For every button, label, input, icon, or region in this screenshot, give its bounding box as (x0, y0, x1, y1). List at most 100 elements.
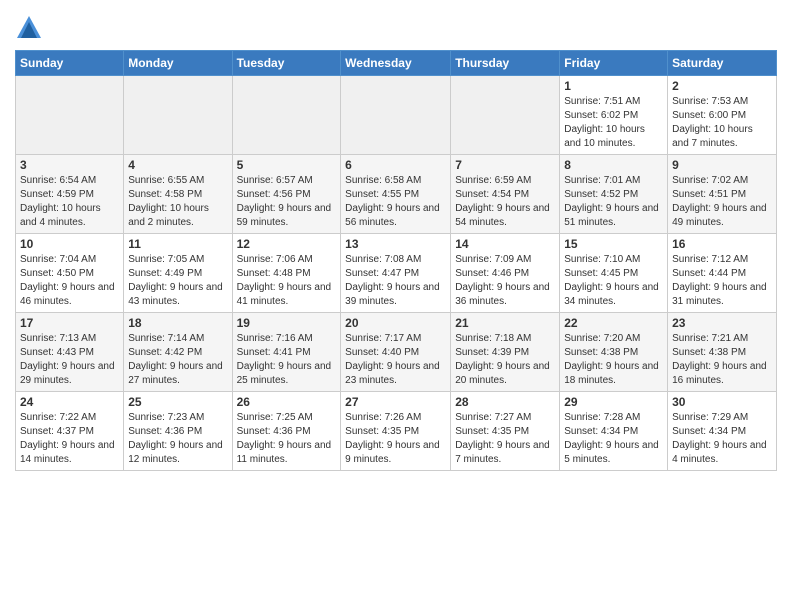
calendar-cell: 16 Sunrise: 7:12 AM Sunset: 4:44 PM Dayli… (668, 234, 777, 313)
day-number: 21 (455, 316, 555, 330)
day-number: 15 (564, 237, 663, 251)
day-number: 13 (345, 237, 446, 251)
day-number: 9 (672, 158, 772, 172)
day-info: Sunrise: 7:12 AM Sunset: 4:44 PM Dayligh… (672, 253, 772, 309)
day-info: Sunrise: 7:28 AM Sunset: 4:34 PM Dayligh… (564, 411, 663, 467)
day-info: Sunrise: 7:13 AM Sunset: 4:43 PM Dayligh… (20, 332, 119, 388)
day-number: 22 (564, 316, 663, 330)
calendar-cell: 27 Sunrise: 7:26 AM Sunset: 4:35 PM Dayli… (341, 392, 451, 471)
day-info: Sunrise: 7:25 AM Sunset: 4:36 PM Dayligh… (237, 411, 337, 467)
day-number: 1 (564, 79, 663, 93)
day-info: Sunrise: 7:06 AM Sunset: 4:48 PM Dayligh… (237, 253, 337, 309)
day-number: 8 (564, 158, 663, 172)
calendar-cell: 24 Sunrise: 7:22 AM Sunset: 4:37 PM Dayli… (16, 392, 124, 471)
calendar-cell: 7 Sunrise: 6:59 AM Sunset: 4:54 PM Daylig… (451, 155, 560, 234)
calendar-cell: 18 Sunrise: 7:14 AM Sunset: 4:42 PM Dayli… (124, 313, 232, 392)
calendar-cell: 2 Sunrise: 7:53 AM Sunset: 6:00 PM Daylig… (668, 76, 777, 155)
logo-icon (15, 14, 43, 42)
day-number: 12 (237, 237, 337, 251)
day-number: 7 (455, 158, 555, 172)
calendar-cell: 19 Sunrise: 7:16 AM Sunset: 4:41 PM Dayli… (232, 313, 341, 392)
day-number: 16 (672, 237, 772, 251)
day-info: Sunrise: 7:01 AM Sunset: 4:52 PM Dayligh… (564, 174, 663, 230)
day-info: Sunrise: 7:22 AM Sunset: 4:37 PM Dayligh… (20, 411, 119, 467)
calendar-cell: 30 Sunrise: 7:29 AM Sunset: 4:34 PM Dayli… (668, 392, 777, 471)
calendar-cell: 15 Sunrise: 7:10 AM Sunset: 4:45 PM Dayli… (560, 234, 668, 313)
day-number: 26 (237, 395, 337, 409)
day-number: 3 (20, 158, 119, 172)
calendar-cell: 9 Sunrise: 7:02 AM Sunset: 4:51 PM Daylig… (668, 155, 777, 234)
logo (15, 14, 47, 42)
day-number: 20 (345, 316, 446, 330)
day-info: Sunrise: 7:17 AM Sunset: 4:40 PM Dayligh… (345, 332, 446, 388)
day-info: Sunrise: 7:53 AM Sunset: 6:00 PM Dayligh… (672, 95, 772, 151)
calendar-week-2: 10Sunrise: 7:04 AM Sunset: 4:50 PM Dayli… (16, 234, 777, 313)
day-number: 2 (672, 79, 772, 93)
day-info: Sunrise: 7:18 AM Sunset: 4:39 PM Dayligh… (455, 332, 555, 388)
page: SundayMondayTuesdayWednesdayThursdayFrid… (0, 0, 792, 481)
calendar-header-friday: Friday (560, 51, 668, 76)
calendar-week-0: 1 Sunrise: 7:51 AM Sunset: 6:02 PM Daylig… (16, 76, 777, 155)
day-number: 19 (237, 316, 337, 330)
day-number: 5 (237, 158, 337, 172)
calendar-cell: 4Sunrise: 6:55 AM Sunset: 4:58 PM Daylig… (124, 155, 232, 234)
calendar-cell: 5Sunrise: 6:57 AM Sunset: 4:56 PM Daylig… (232, 155, 341, 234)
day-info: Sunrise: 6:59 AM Sunset: 4:54 PM Dayligh… (455, 174, 555, 230)
calendar-cell: 10Sunrise: 7:04 AM Sunset: 4:50 PM Dayli… (16, 234, 124, 313)
calendar-cell: 11Sunrise: 7:05 AM Sunset: 4:49 PM Dayli… (124, 234, 232, 313)
calendar-cell (341, 76, 451, 155)
day-number: 27 (345, 395, 446, 409)
calendar-cell: 3 Sunrise: 6:54 AM Sunset: 4:59 PM Daylig… (16, 155, 124, 234)
day-info: Sunrise: 7:21 AM Sunset: 4:38 PM Dayligh… (672, 332, 772, 388)
day-number: 6 (345, 158, 446, 172)
day-info: Sunrise: 7:16 AM Sunset: 4:41 PM Dayligh… (237, 332, 337, 388)
day-number: 24 (20, 395, 119, 409)
day-number: 18 (128, 316, 227, 330)
calendar-cell: 13Sunrise: 7:08 AM Sunset: 4:47 PM Dayli… (341, 234, 451, 313)
calendar: SundayMondayTuesdayWednesdayThursdayFrid… (15, 50, 777, 471)
calendar-header-sunday: Sunday (16, 51, 124, 76)
calendar-cell: 17Sunrise: 7:13 AM Sunset: 4:43 PM Dayli… (16, 313, 124, 392)
day-info: Sunrise: 7:20 AM Sunset: 4:38 PM Dayligh… (564, 332, 663, 388)
calendar-cell: 22 Sunrise: 7:20 AM Sunset: 4:38 PM Dayli… (560, 313, 668, 392)
day-info: Sunrise: 7:29 AM Sunset: 4:34 PM Dayligh… (672, 411, 772, 467)
day-number: 30 (672, 395, 772, 409)
calendar-cell: 21 Sunrise: 7:18 AM Sunset: 4:39 PM Dayli… (451, 313, 560, 392)
day-info: Sunrise: 6:55 AM Sunset: 4:58 PM Dayligh… (128, 174, 227, 230)
day-number: 29 (564, 395, 663, 409)
calendar-week-4: 24 Sunrise: 7:22 AM Sunset: 4:37 PM Dayli… (16, 392, 777, 471)
header (15, 10, 777, 42)
calendar-header-tuesday: Tuesday (232, 51, 341, 76)
calendar-header-thursday: Thursday (451, 51, 560, 76)
day-info: Sunrise: 6:58 AM Sunset: 4:55 PM Dayligh… (345, 174, 446, 230)
day-number: 25 (128, 395, 227, 409)
day-info: Sunrise: 7:14 AM Sunset: 4:42 PM Dayligh… (128, 332, 227, 388)
calendar-cell (451, 76, 560, 155)
calendar-cell (232, 76, 341, 155)
calendar-week-1: 3 Sunrise: 6:54 AM Sunset: 4:59 PM Daylig… (16, 155, 777, 234)
calendar-cell: 6 Sunrise: 6:58 AM Sunset: 4:55 PM Daylig… (341, 155, 451, 234)
day-info: Sunrise: 7:51 AM Sunset: 6:02 PM Dayligh… (564, 95, 663, 151)
calendar-cell (16, 76, 124, 155)
calendar-cell: 8 Sunrise: 7:01 AM Sunset: 4:52 PM Daylig… (560, 155, 668, 234)
calendar-cell: 26 Sunrise: 7:25 AM Sunset: 4:36 PM Dayli… (232, 392, 341, 471)
day-number: 28 (455, 395, 555, 409)
calendar-header-saturday: Saturday (668, 51, 777, 76)
day-info: Sunrise: 7:05 AM Sunset: 4:49 PM Dayligh… (128, 253, 227, 309)
calendar-week-3: 17Sunrise: 7:13 AM Sunset: 4:43 PM Dayli… (16, 313, 777, 392)
day-number: 10 (20, 237, 119, 251)
calendar-cell: 20 Sunrise: 7:17 AM Sunset: 4:40 PM Dayli… (341, 313, 451, 392)
day-info: Sunrise: 7:27 AM Sunset: 4:35 PM Dayligh… (455, 411, 555, 467)
calendar-cell: 12 Sunrise: 7:06 AM Sunset: 4:48 PM Dayli… (232, 234, 341, 313)
day-info: Sunrise: 7:26 AM Sunset: 4:35 PM Dayligh… (345, 411, 446, 467)
calendar-cell: 28 Sunrise: 7:27 AM Sunset: 4:35 PM Dayli… (451, 392, 560, 471)
day-number: 14 (455, 237, 555, 251)
calendar-cell: 14 Sunrise: 7:09 AM Sunset: 4:46 PM Dayli… (451, 234, 560, 313)
day-info: Sunrise: 7:02 AM Sunset: 4:51 PM Dayligh… (672, 174, 772, 230)
calendar-cell: 23Sunrise: 7:21 AM Sunset: 4:38 PM Dayli… (668, 313, 777, 392)
day-info: Sunrise: 7:09 AM Sunset: 4:46 PM Dayligh… (455, 253, 555, 309)
calendar-cell: 29 Sunrise: 7:28 AM Sunset: 4:34 PM Dayli… (560, 392, 668, 471)
calendar-cell: 25Sunrise: 7:23 AM Sunset: 4:36 PM Dayli… (124, 392, 232, 471)
day-info: Sunrise: 7:10 AM Sunset: 4:45 PM Dayligh… (564, 253, 663, 309)
day-info: Sunrise: 6:54 AM Sunset: 4:59 PM Dayligh… (20, 174, 119, 230)
